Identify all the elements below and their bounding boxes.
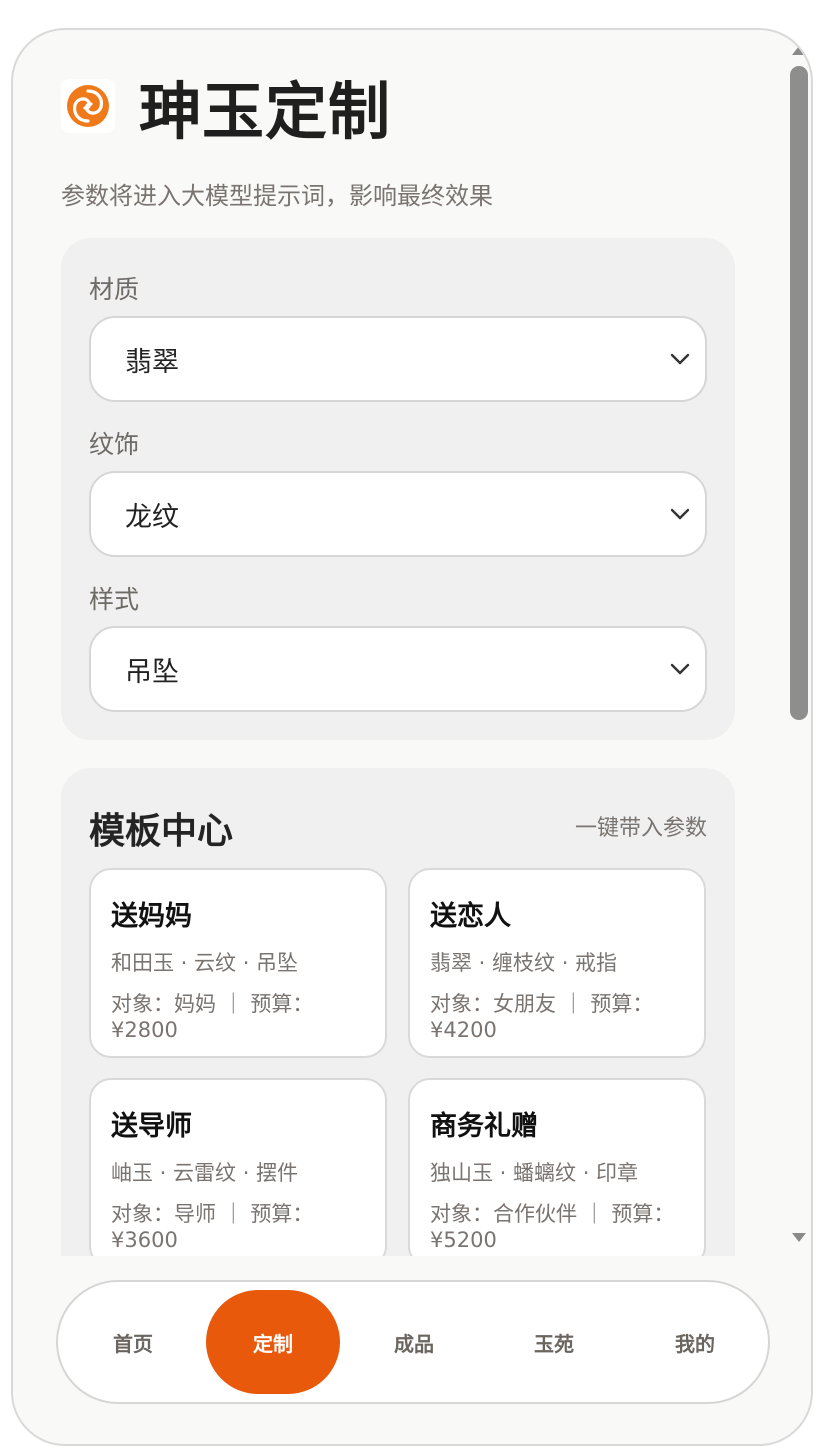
tab-profile[interactable]: 我的 xyxy=(628,1290,762,1394)
page-header: 珅玉定制 xyxy=(61,70,391,148)
style-value: 吊坠 xyxy=(125,656,179,688)
scroll-up-arrow-icon[interactable] xyxy=(792,46,806,55)
page-title: 珅玉定制 xyxy=(139,75,392,148)
template-card-meta: 对象：女朋友 ｜ 预算：¥4200 xyxy=(430,992,654,1042)
template-card-spec: 独山玉 · 蟠螭纹 · 印章 xyxy=(430,1161,639,1185)
tab-customize[interactable]: 定制 xyxy=(206,1290,340,1394)
material-value: 翡翠 xyxy=(125,346,179,378)
template-card-title: 送导师 xyxy=(111,1111,192,1142)
page-subtitle: 参数将进入大模型提示词，影响最终效果 xyxy=(61,182,493,210)
template-center-title: 模板中心 xyxy=(89,811,234,852)
template-card-lover[interactable]: 送恋人 翡翠 · 缠枝纹 · 戒指 对象：女朋友 ｜ 预算：¥4200 xyxy=(408,868,706,1058)
material-select[interactable]: 翡翠 xyxy=(89,316,707,402)
pattern-label: 纹饰 xyxy=(89,430,140,459)
phone-frame: 珅玉定制 参数将进入大模型提示词，影响最终效果 材质 翡翠 纹饰 龙纹 样式 吊… xyxy=(11,28,813,1446)
template-card-spec: 和田玉 · 云纹 · 吊坠 xyxy=(111,951,299,975)
template-card-mentor[interactable]: 送导师 岫玉 · 云雷纹 · 摆件 对象：导师 ｜ 预算：¥3600 xyxy=(89,1078,387,1256)
template-card-spec: 岫玉 · 云雷纹 · 摆件 xyxy=(111,1161,299,1185)
scroll-content[interactable]: 珅玉定制 参数将进入大模型提示词，影响最终效果 材质 翡翠 纹饰 龙纹 样式 吊… xyxy=(13,30,783,1256)
scrollbar-thumb[interactable] xyxy=(790,66,808,720)
template-card-meta: 对象：妈妈 ｜ 预算：¥2800 xyxy=(111,992,314,1042)
style-label: 样式 xyxy=(89,585,140,614)
template-card-business[interactable]: 商务礼赠 独山玉 · 蟠螭纹 · 印章 对象：合作伙伴 ｜ 预算：¥5200 xyxy=(408,1078,706,1256)
chevron-down-icon xyxy=(670,508,690,520)
pattern-select[interactable]: 龙纹 xyxy=(89,471,707,557)
vertical-scrollbar[interactable] xyxy=(787,40,811,1256)
template-card-meta: 对象：合作伙伴 ｜ 预算：¥5200 xyxy=(430,1202,675,1252)
chevron-down-icon xyxy=(670,663,690,675)
template-card-mom[interactable]: 送妈妈 和田玉 · 云纹 · 吊坠 对象：妈妈 ｜ 预算：¥2800 xyxy=(89,868,387,1058)
pattern-value: 龙纹 xyxy=(125,501,179,533)
swirl-logo-icon xyxy=(61,79,115,133)
style-select[interactable]: 吊坠 xyxy=(89,626,707,712)
template-center-hint: 一键带入参数 xyxy=(574,816,707,841)
scroll-down-arrow-icon[interactable] xyxy=(792,1233,806,1242)
tab-home[interactable]: 首页 xyxy=(66,1290,200,1394)
chevron-down-icon xyxy=(670,353,690,365)
template-center-panel: 模板中心 一键带入参数 送妈妈 和田玉 · 云纹 · 吊坠 对象：妈妈 ｜ 预算… xyxy=(61,768,735,1256)
template-card-title: 送妈妈 xyxy=(111,901,192,932)
params-panel: 材质 翡翠 纹饰 龙纹 样式 吊坠 xyxy=(61,238,735,740)
tab-products[interactable]: 成品 xyxy=(347,1290,481,1394)
template-card-spec: 翡翠 · 缠枝纹 · 戒指 xyxy=(430,951,618,975)
bottom-tab-bar: 首页 定制 成品 玉苑 我的 xyxy=(56,1280,770,1404)
tab-jade-garden[interactable]: 玉苑 xyxy=(487,1290,621,1394)
template-card-title: 送恋人 xyxy=(430,901,511,932)
template-card-meta: 对象：导师 ｜ 预算：¥3600 xyxy=(111,1202,314,1252)
material-label: 材质 xyxy=(89,275,140,304)
template-card-title: 商务礼赠 xyxy=(430,1111,538,1142)
